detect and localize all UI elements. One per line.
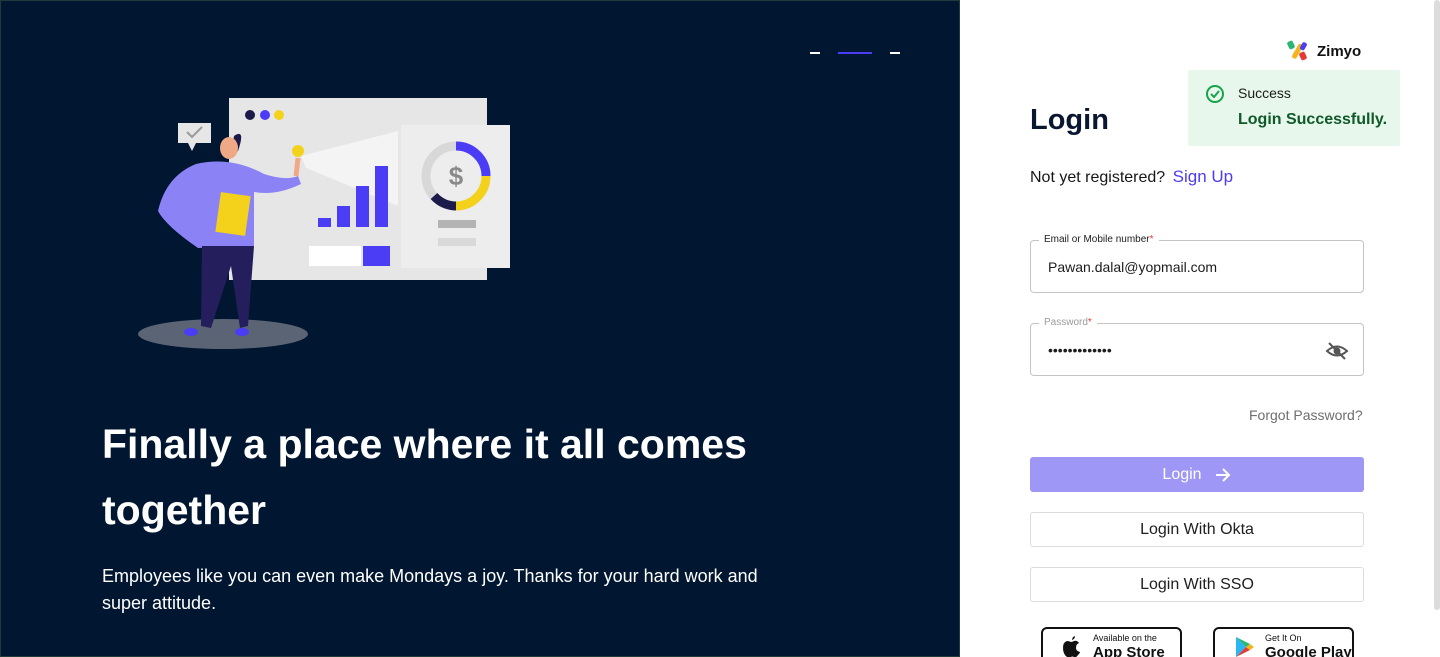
register-prompt-text: Not yet registered? bbox=[1030, 169, 1166, 186]
brand-logo: Zimyo bbox=[1287, 39, 1361, 63]
login-okta-button[interactable]: Login With Okta bbox=[1030, 512, 1364, 547]
carousel-indicators bbox=[810, 52, 902, 55]
login-sso-button[interactable]: Login With SSO bbox=[1030, 567, 1364, 602]
password-input[interactable] bbox=[1048, 339, 1328, 361]
email-label: Email or Mobile number* bbox=[1039, 233, 1159, 247]
arrow-right-icon bbox=[1215, 467, 1230, 482]
hero-illustration: $ bbox=[138, 98, 510, 349]
email-field: Email or Mobile number* bbox=[1030, 233, 1364, 293]
forgot-password-link[interactable]: Forgot Password? bbox=[1249, 407, 1363, 423]
app-store-badge[interactable]: Available on the App Store bbox=[1041, 627, 1182, 657]
apple-icon bbox=[1063, 636, 1080, 657]
success-toast: Success Login Successfully. bbox=[1188, 70, 1400, 146]
app-store-small-text: Available on the bbox=[1093, 633, 1157, 643]
toast-message: Login Successfully. bbox=[1238, 111, 1388, 128]
hero-subtitle: Employees like you can even make Mondays… bbox=[102, 566, 758, 613]
login-button-label: Login bbox=[1162, 465, 1202, 483]
hero-title: Finally a place where it all comes toget… bbox=[102, 421, 747, 533]
signup-link[interactable]: Sign Up bbox=[1173, 167, 1233, 186]
carousel-dot-1[interactable] bbox=[810, 52, 820, 54]
toast-title: Success bbox=[1238, 85, 1291, 101]
password-label: Password* bbox=[1039, 316, 1097, 330]
carousel-dot-2-active[interactable] bbox=[838, 52, 872, 54]
login-button[interactable]: Login bbox=[1030, 457, 1364, 492]
google-play-badge[interactable]: Get It On Google Play bbox=[1213, 627, 1354, 657]
google-play-label: Google Play bbox=[1265, 644, 1352, 657]
zimyo-logo-icon bbox=[1287, 40, 1307, 61]
google-play-small-text: Get It On bbox=[1265, 633, 1302, 643]
register-prompt: Not yet registered? Sign Up bbox=[1030, 167, 1233, 187]
google-play-icon bbox=[1236, 637, 1254, 657]
scrollbar[interactable] bbox=[1434, 0, 1440, 610]
svg-text:$: $ bbox=[449, 161, 464, 191]
brand-name: Zimyo bbox=[1317, 42, 1362, 60]
carousel-dot-3[interactable] bbox=[890, 52, 900, 54]
check-circle-icon bbox=[1206, 85, 1224, 103]
app-store-label: App Store bbox=[1093, 644, 1165, 657]
email-input[interactable] bbox=[1048, 256, 1328, 278]
password-field: Password* bbox=[1030, 316, 1364, 376]
login-page: $ Finally a place where it all comes tog… bbox=[0, 0, 1440, 657]
login-title: Login bbox=[1030, 104, 1109, 136]
eye-off-icon[interactable] bbox=[1325, 339, 1349, 363]
hero-panel: $ Finally a place where it all comes tog… bbox=[0, 0, 960, 657]
